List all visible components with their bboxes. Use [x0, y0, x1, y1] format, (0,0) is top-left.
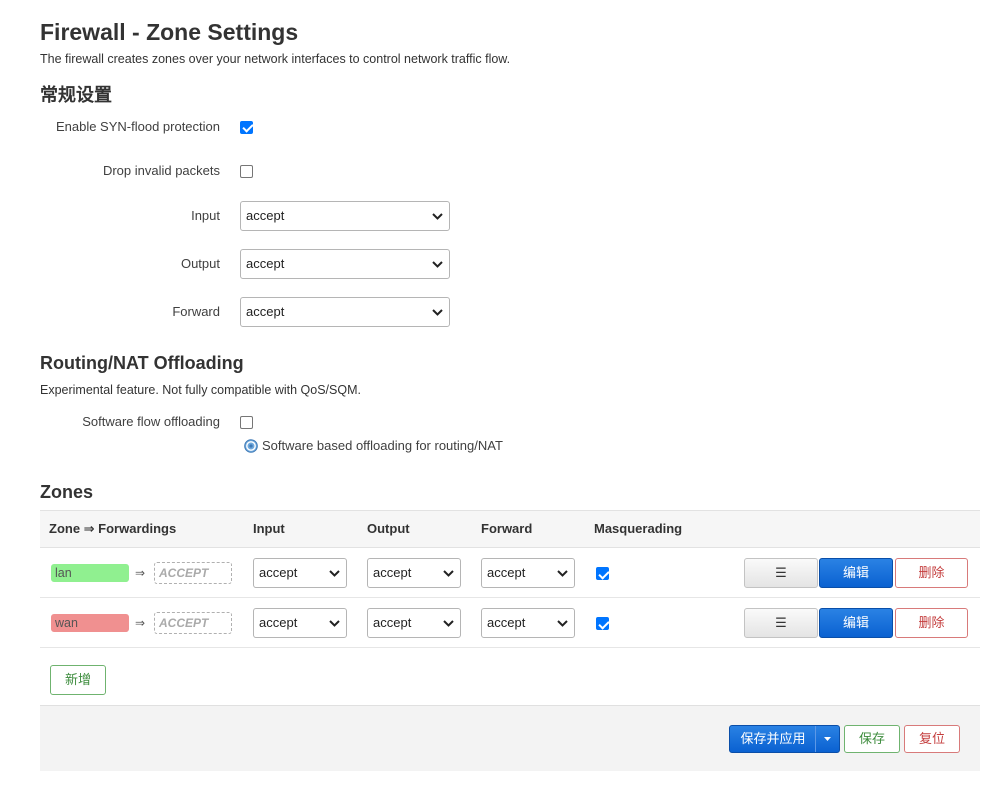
general-settings-title: 常规设置 — [40, 85, 112, 105]
lan-forward-select[interactable]: accept — [481, 558, 575, 588]
zone-badge-lan: lan — [51, 564, 129, 582]
chevron-down-icon — [329, 559, 340, 587]
software-flow-label: Software flow offloading — [82, 414, 220, 429]
save-button[interactable]: 保存 — [844, 725, 900, 753]
chevron-down-icon — [443, 559, 454, 587]
software-flow-row: Software flow offloading — [0, 407, 1004, 437]
forwarding-tag: ACCEPT — [154, 612, 232, 634]
wan-input-value: accept — [259, 615, 298, 630]
wan-output-select[interactable]: accept — [367, 608, 461, 638]
forward-policy-select[interactable]: accept — [240, 297, 450, 327]
chevron-down-icon — [557, 609, 568, 637]
chevron-down-icon — [557, 559, 568, 587]
zone-row-wan: wan ⇒ ACCEPT accept accept accept ☰ 编辑 删… — [40, 598, 980, 648]
offloading-description: Experimental feature. Not fully compatib… — [40, 383, 361, 397]
lan-masquerading-checkbox[interactable] — [596, 567, 609, 580]
offloading-title: Routing/NAT Offloading — [40, 353, 244, 373]
forward-policy-label: Forward — [172, 304, 220, 319]
forward-policy-row: Forward accept — [0, 297, 1004, 327]
page-title: Firewall - Zone Settings — [40, 19, 299, 45]
software-flow-hint-text: Software based offloading for routing/NA… — [262, 438, 503, 453]
col-masquerading: Masquerading — [594, 521, 683, 536]
lan-input-value: accept — [259, 565, 298, 580]
zones-title: Zones — [40, 482, 94, 502]
caret-down-icon[interactable] — [815, 726, 839, 752]
syn-flood-row: Enable SYN-flood protection — [0, 112, 1004, 142]
add-zone-button[interactable]: 新增 — [50, 665, 106, 695]
wan-delete-button[interactable]: 删除 — [895, 608, 968, 638]
page-description: The firewall creates zones over your net… — [40, 52, 511, 66]
lan-delete-button[interactable]: 删除 — [895, 558, 968, 588]
save-apply-button[interactable]: 保存并应用 — [729, 725, 840, 753]
footer-actions: 保存并应用 保存 复位 — [40, 705, 980, 771]
wan-forward-value: accept — [487, 615, 526, 630]
input-policy-value: accept — [246, 208, 285, 223]
wan-menu-button[interactable]: ☰ — [744, 608, 818, 638]
zone-badge-wan: wan — [51, 614, 129, 632]
lan-menu-button[interactable]: ☰ — [744, 558, 818, 588]
chevron-down-icon — [432, 250, 443, 278]
chevron-down-icon — [443, 609, 454, 637]
lan-output-value: accept — [373, 565, 412, 580]
lan-input-select[interactable]: accept — [253, 558, 347, 588]
output-policy-label: Output — [180, 256, 220, 271]
input-policy-label: Input — [191, 208, 220, 223]
col-output: Output — [367, 521, 410, 536]
wan-edit-button[interactable]: 编辑 — [819, 608, 893, 638]
col-zone-forwardings: Zone ⇒ Forwardings — [49, 521, 177, 536]
save-apply-label: 保存并应用 — [740, 731, 806, 746]
drop-invalid-label: Drop invalid packets — [102, 163, 220, 178]
forward-arrow-icon: ⇒ — [135, 566, 146, 580]
chevron-down-icon — [329, 609, 340, 637]
wan-output-value: accept — [373, 615, 412, 630]
input-policy-row: Input accept — [0, 201, 1004, 231]
wan-masquerading-checkbox[interactable] — [596, 617, 609, 630]
output-policy-value: accept — [246, 256, 285, 271]
forwarding-tag: ACCEPT — [154, 562, 232, 584]
syn-flood-checkbox[interactable] — [240, 120, 253, 134]
lan-forward-value: accept — [487, 565, 526, 580]
chevron-down-icon — [432, 202, 443, 230]
col-forward: Forward — [481, 521, 533, 536]
drop-invalid-checkbox[interactable] — [240, 164, 253, 178]
forward-policy-value: accept — [246, 304, 285, 319]
software-flow-checkbox[interactable] — [240, 415, 253, 429]
drop-invalid-row: Drop invalid packets — [0, 156, 1004, 186]
chevron-down-icon — [432, 298, 443, 326]
software-flow-hint: Software based offloading for routing/NA… — [244, 438, 503, 454]
syn-flood-label: Enable SYN-flood protection — [55, 119, 220, 134]
input-policy-select[interactable]: accept — [240, 201, 450, 231]
zones-table-header: Zone ⇒ Forwardings Input Output Forward … — [40, 510, 980, 548]
lan-output-select[interactable]: accept — [367, 558, 461, 588]
reset-button[interactable]: 复位 — [904, 725, 960, 753]
output-policy-row: Output accept — [0, 249, 1004, 279]
help-circle-icon — [244, 439, 258, 453]
lan-edit-button[interactable]: 编辑 — [819, 558, 893, 588]
zone-row-lan: lan ⇒ ACCEPT accept accept accept ☰ 编辑 删… — [40, 548, 980, 598]
wan-forward-select[interactable]: accept — [481, 608, 575, 638]
output-policy-select[interactable]: accept — [240, 249, 450, 279]
col-input: Input — [253, 521, 285, 536]
forward-arrow-icon: ⇒ — [135, 616, 146, 630]
wan-input-select[interactable]: accept — [253, 608, 347, 638]
